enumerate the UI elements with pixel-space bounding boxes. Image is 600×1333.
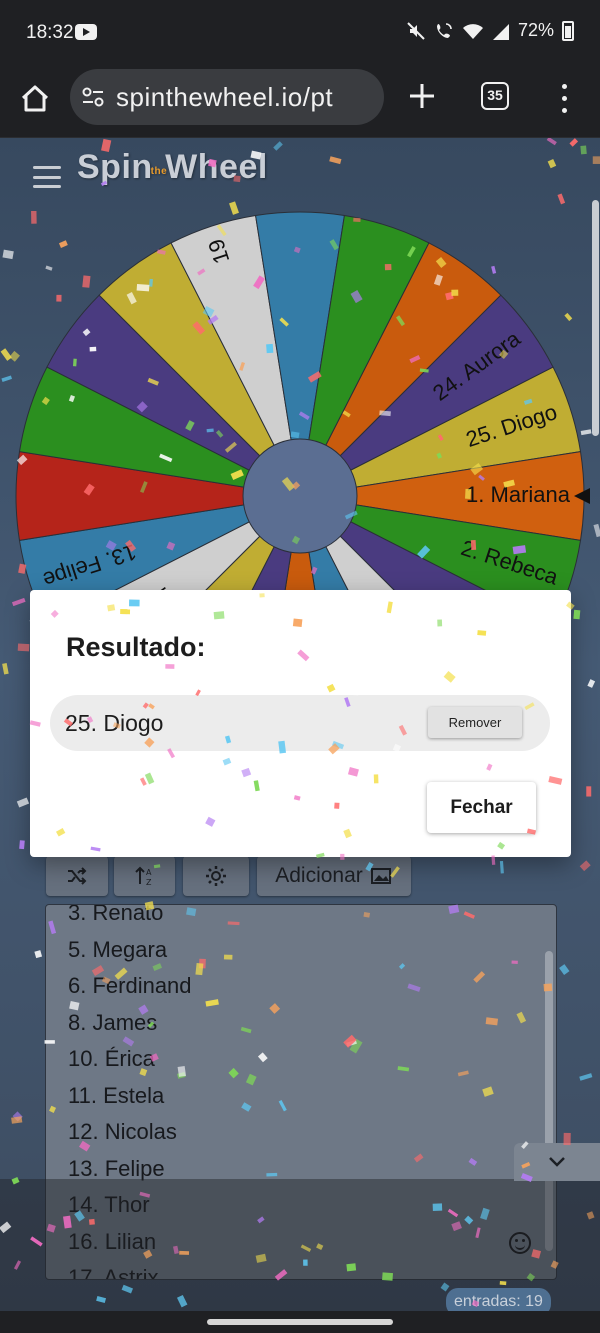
status-bar: 18:32 72% <box>0 0 600 66</box>
entry-item: 5. Megara <box>68 936 168 962</box>
result-dialog: Resultado: 25. Diogo Remover Fechar <box>30 590 571 857</box>
entries-count: entradas: 19 <box>446 1288 551 1311</box>
status-time: 18:32 <box>26 22 74 43</box>
logo-spin: Spin <box>77 148 153 186</box>
signal-icon <box>492 23 509 40</box>
gesture-handle[interactable] <box>207 1319 393 1325</box>
page-scrollbar[interactable] <box>592 200 599 436</box>
entry-item: 8. James <box>68 1009 158 1035</box>
svg-text:Z: Z <box>146 878 152 887</box>
battery-percent: 72% <box>517 20 554 40</box>
battery-icon <box>562 20 574 41</box>
url-text[interactable]: spinthewheel.io/pt <box>116 82 370 113</box>
shuffle-icon <box>68 867 87 885</box>
result-row: 25. Diogo Remover <box>50 695 550 751</box>
settings-button[interactable] <box>183 856 249 896</box>
logo-the: the <box>150 166 168 177</box>
entry-item: 3. Renato <box>68 904 164 925</box>
entry-item: 12. Nicolas <box>68 1119 177 1144</box>
status-icons: 72% <box>406 20 574 41</box>
plus-icon[interactable] <box>404 78 440 114</box>
entry-item: 11. Estela <box>68 1082 165 1108</box>
svg-text:A: A <box>146 868 152 877</box>
logo-wheel: Wheel <box>165 148 268 186</box>
mute-icon <box>407 21 425 40</box>
chevron-down-icon <box>549 1157 565 1167</box>
wifi-calling-icon <box>436 22 452 38</box>
add-button[interactable]: Adicionar <box>257 856 411 896</box>
add-image-icon <box>370 868 391 884</box>
wheel-segment-label: 1. Mariana <box>466 482 571 507</box>
tab-count-button[interactable]: 35 <box>481 82 509 110</box>
youtube-icon <box>75 24 97 40</box>
app-logo: SpintheWheel <box>77 148 268 187</box>
shuffle-button[interactable] <box>46 856 108 896</box>
sort-icon: AZ <box>134 866 152 887</box>
dialog-title: Resultado: <box>66 632 206 662</box>
more-vert-icon[interactable] <box>554 80 574 116</box>
wheel-hub[interactable] <box>242 438 358 554</box>
result-text: 25. Diogo <box>65 710 164 736</box>
settings-icon <box>206 866 226 886</box>
address-bar[interactable]: spinthewheel.io/pt <box>70 69 384 125</box>
browser-toolbar: spinthewheel.io/pt 35 <box>0 66 600 138</box>
entry-item: 6. Ferdinand <box>68 973 192 998</box>
site-settings-icon[interactable] <box>82 87 104 107</box>
sort-button[interactable]: AZ <box>114 856 175 896</box>
wifi-icon <box>462 23 483 39</box>
add-label: Adicionar <box>275 864 363 887</box>
entry-item: 10. Érica <box>68 1046 155 1071</box>
system-nav-bar <box>0 1311 600 1333</box>
home-icon[interactable] <box>18 82 52 116</box>
hamburger-menu-icon[interactable] <box>33 166 61 188</box>
close-button[interactable]: Fechar <box>427 782 536 833</box>
remove-button[interactable]: Remover <box>428 707 522 738</box>
collapse-button[interactable] <box>514 1143 600 1181</box>
